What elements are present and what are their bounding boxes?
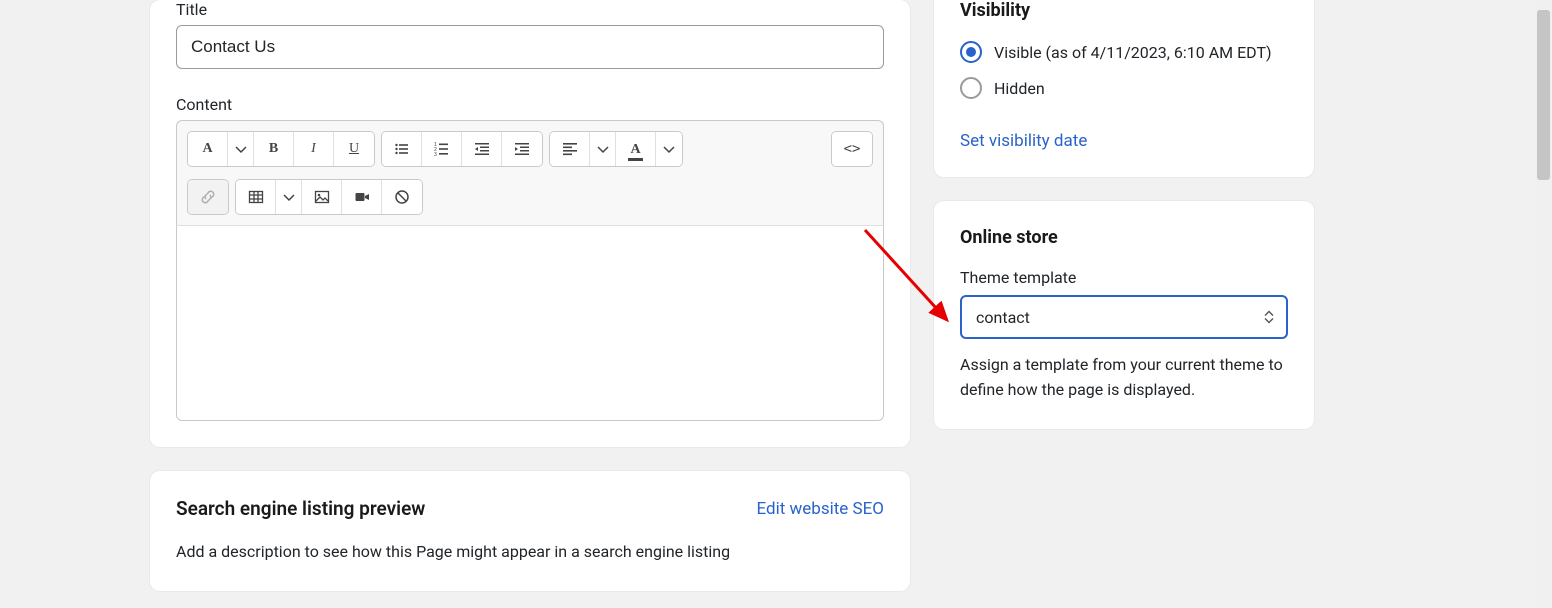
theme-template-label: Theme template (960, 268, 1288, 287)
online-store-card: Online store Theme template contact Assi… (934, 201, 1314, 429)
rich-text-toolbar: A B I U (176, 120, 884, 225)
align-dropdown[interactable] (590, 132, 616, 166)
seo-heading: Search engine listing preview (176, 497, 425, 520)
html-view-button[interactable]: <> (832, 132, 872, 166)
align-left-icon (562, 141, 578, 157)
align-color-group: A (549, 131, 683, 167)
font-format-button[interactable]: A (188, 132, 228, 166)
chevron-down-icon (595, 141, 611, 157)
font-style-group: A B I U (187, 131, 375, 167)
select-arrows-icon (1264, 311, 1274, 324)
scrollbar-thumb[interactable] (1537, 10, 1550, 180)
seo-description-placeholder: Add a description to see how this Page m… (176, 542, 884, 561)
edit-seo-link[interactable]: Edit website SEO (757, 499, 885, 519)
italic-button[interactable]: I (294, 132, 334, 166)
text-color-dropdown[interactable] (656, 132, 682, 166)
visibility-heading: Visibility (960, 0, 1288, 21)
bullet-list-icon (394, 141, 410, 157)
bullet-list-button[interactable] (382, 132, 422, 166)
text-color-button[interactable]: A (616, 132, 656, 166)
theme-template-value: contact (976, 308, 1030, 327)
seo-preview-card: Search engine listing preview Edit websi… (150, 471, 910, 591)
content-editor[interactable] (176, 225, 884, 421)
chevron-down-icon (661, 141, 677, 157)
underline-button[interactable]: U (334, 132, 374, 166)
outdent-button[interactable] (462, 132, 502, 166)
chevron-down-icon (233, 141, 249, 157)
font-format-dropdown[interactable] (228, 132, 254, 166)
table-button[interactable] (236, 180, 276, 214)
align-button[interactable] (550, 132, 590, 166)
list-group: 123 (381, 131, 543, 167)
indent-icon (514, 141, 530, 157)
theme-template-help: Assign a template from your current them… (960, 353, 1288, 403)
color-underline-icon (628, 158, 642, 161)
vertical-scrollbar[interactable] (1535, 0, 1552, 608)
insert-group (235, 179, 423, 215)
html-view-group: <> (831, 131, 873, 167)
clear-format-icon (394, 189, 410, 205)
clear-format-button[interactable] (382, 180, 422, 214)
visibility-visible-radio[interactable]: Visible (as of 4/11/2023, 6:10 AM EDT) (960, 41, 1288, 63)
visibility-card: Visibility Visible (as of 4/11/2023, 6:1… (934, 0, 1314, 177)
title-input[interactable] (176, 25, 884, 69)
table-icon (248, 189, 264, 205)
set-visibility-date-link[interactable]: Set visibility date (960, 131, 1087, 151)
indent-button[interactable] (502, 132, 542, 166)
numbered-list-button[interactable]: 123 (422, 132, 462, 166)
table-dropdown[interactable] (276, 180, 302, 214)
visibility-hidden-label: Hidden (994, 79, 1045, 98)
chevron-down-icon (281, 189, 297, 205)
outdent-icon (474, 141, 490, 157)
video-button[interactable] (342, 180, 382, 214)
page-editor-card: Title Content A B I U (150, 0, 910, 447)
online-store-heading: Online store (960, 227, 1288, 248)
theme-template-select[interactable]: contact (960, 295, 1288, 339)
radio-selected-icon (960, 41, 982, 63)
radio-unselected-icon (960, 77, 982, 99)
image-icon (314, 189, 330, 205)
title-label: Title (176, 0, 884, 19)
link-button[interactable] (188, 180, 228, 214)
video-icon (354, 189, 370, 205)
bold-button[interactable]: B (254, 132, 294, 166)
svg-text:3: 3 (434, 152, 437, 157)
link-icon (200, 189, 216, 205)
visibility-visible-label: Visible (as of 4/11/2023, 6:10 AM EDT) (994, 43, 1272, 62)
image-button[interactable] (302, 180, 342, 214)
numbered-list-icon: 123 (434, 141, 450, 157)
content-label: Content (176, 95, 884, 114)
link-group (187, 179, 229, 215)
visibility-hidden-radio[interactable]: Hidden (960, 77, 1288, 99)
